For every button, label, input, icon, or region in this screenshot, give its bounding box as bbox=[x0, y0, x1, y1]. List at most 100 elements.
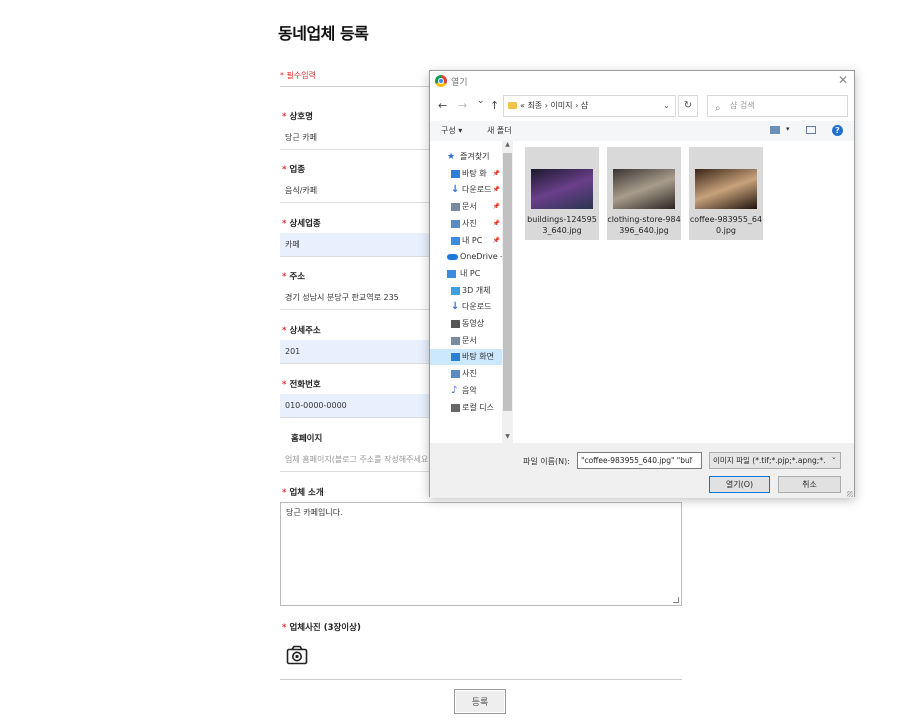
nav-item[interactable]: 사진 📌 bbox=[430, 216, 502, 232]
nav-item[interactable]: 문서 bbox=[430, 333, 502, 349]
nav-item[interactable]: ★ 즐겨찾기 bbox=[430, 149, 502, 165]
download-icon: ↓ bbox=[451, 301, 460, 313]
breadcrumb[interactable]: « 최종 › 이미지 › 샵 bbox=[520, 101, 588, 110]
chevron-down-icon[interactable]: ⌄ bbox=[663, 96, 670, 116]
nav-item[interactable]: 3D 개체 bbox=[430, 283, 502, 299]
field-label-text: 업종 bbox=[289, 165, 306, 175]
nav-scrollbar[interactable]: ▲ ▼ bbox=[502, 141, 513, 443]
refresh-button[interactable]: ↻ bbox=[678, 95, 698, 117]
nav-item[interactable]: 문서 📌 bbox=[430, 199, 502, 215]
required-note: * 필수입력 bbox=[280, 71, 316, 80]
nav-item[interactable]: 바탕 화면 bbox=[430, 349, 502, 366]
new-folder-button[interactable]: 새 폴더 bbox=[487, 125, 512, 136]
file-item[interactable]: coffee-983955_640.jpg bbox=[689, 147, 763, 240]
filename-label: 파일 이름(N): bbox=[523, 457, 570, 466]
nav-item[interactable]: OneDrive - bbox=[430, 249, 504, 265]
nav-item-label: 내 PC bbox=[460, 268, 481, 278]
file-item[interactable]: clothing-store-984396_640.jpg bbox=[607, 147, 681, 240]
camera-icon[interactable] bbox=[286, 645, 308, 665]
nav-item[interactable]: 로컬 디스 bbox=[430, 400, 502, 416]
organize-button[interactable]: 구성 ▾ bbox=[441, 125, 462, 136]
nav-item[interactable]: ↓ 다운로드 📌 bbox=[430, 182, 502, 198]
cancel-button[interactable]: 취소 bbox=[778, 476, 841, 493]
chevron-down-icon[interactable]: ⌄ bbox=[831, 453, 837, 461]
intro-text: 당근 카페입니다. bbox=[286, 508, 343, 517]
preview-pane-icon[interactable] bbox=[806, 126, 816, 134]
nav-item-label: 음악 bbox=[462, 385, 477, 395]
open-button[interactable]: 열기(O) bbox=[709, 476, 770, 493]
required-star: * bbox=[282, 326, 287, 336]
field-label-text: 홈페이지 bbox=[291, 434, 323, 444]
nav-item[interactable]: 내 PC bbox=[430, 266, 502, 282]
intro-label: * 업체 소개 bbox=[282, 488, 324, 498]
page-title: 동네업체 등록 bbox=[278, 24, 369, 43]
nav-item[interactable]: 바탕 화 📌 bbox=[430, 166, 502, 182]
navigation-row: ← → ⌄ ↑ « 최종 › 이미지 › 샵 ⌄ ↻ ⌕ 샵 검색 bbox=[430, 95, 854, 117]
scroll-down-icon[interactable]: ▼ bbox=[502, 433, 513, 443]
file-name: buildings-1245953_640.jpg bbox=[527, 215, 597, 235]
intro-textarea[interactable]: 당근 카페입니다. bbox=[280, 502, 682, 606]
field-label: * 상호명 bbox=[282, 110, 313, 122]
search-placeholder: 샵 검색 bbox=[730, 101, 755, 110]
help-icon[interactable]: ? bbox=[832, 125, 843, 136]
close-icon[interactable]: ✕ bbox=[838, 73, 848, 87]
field-label: * 상세주소 bbox=[282, 324, 321, 336]
pc-icon bbox=[451, 236, 460, 245]
forward-arrow-icon[interactable]: → bbox=[458, 99, 467, 112]
view-dropdown-icon[interactable]: ▾ bbox=[786, 125, 790, 133]
nav-item[interactable]: ♪ 음악 bbox=[430, 383, 502, 399]
nav-item-label: 바탕 화면 bbox=[462, 352, 494, 362]
nav-item-label: 문서 bbox=[462, 202, 477, 212]
nav-item-label: 즐겨찾기 bbox=[460, 152, 490, 161]
document-icon bbox=[451, 336, 460, 345]
desktop-icon bbox=[451, 353, 460, 362]
nav-item-label: OneDrive - bbox=[460, 252, 504, 262]
chevron-down-icon[interactable]: ⌄ bbox=[688, 453, 694, 461]
music-icon: ♪ bbox=[451, 384, 458, 396]
field-label: * 업종 bbox=[282, 163, 305, 175]
image-thumbnail bbox=[613, 169, 675, 209]
address-bar[interactable]: « 최종 › 이미지 › 샵 ⌄ bbox=[503, 95, 676, 117]
nav-item-label: 로컬 디스 bbox=[462, 402, 494, 412]
field-label-text: 전화번호 bbox=[289, 380, 321, 390]
submit-button[interactable]: 등록 bbox=[454, 689, 506, 714]
star-icon: ★ bbox=[447, 152, 456, 162]
search-input[interactable]: ⌕ 샵 검색 bbox=[707, 95, 848, 117]
field-label-text: 상호명 bbox=[289, 112, 313, 122]
nav-item-label: 사진 bbox=[462, 218, 477, 228]
recent-locations-icon[interactable]: ⌄ bbox=[477, 96, 485, 106]
disk-icon bbox=[451, 403, 460, 412]
file-type-select[interactable]: 이미지 파일 (*.tif;*.pjp;*.apng;*. bbox=[709, 452, 841, 469]
chrome-icon bbox=[435, 75, 447, 87]
command-bar: 구성 ▾ 새 폴더 ▾ ? bbox=[430, 121, 854, 141]
nav-item[interactable]: ↓ 다운로드 bbox=[430, 299, 502, 315]
nav-item-label: 동영상 bbox=[462, 319, 485, 328]
search-icon: ⌕ bbox=[715, 103, 721, 114]
field-label: * 상세업종 bbox=[282, 217, 321, 229]
field-label: * 주소 bbox=[282, 270, 305, 282]
nav-item-label: 문서 bbox=[462, 335, 477, 345]
scroll-up-icon[interactable]: ▲ bbox=[502, 141, 513, 151]
pin-icon: 📌 bbox=[492, 186, 500, 194]
file-item[interactable]: buildings-1245953_640.jpg bbox=[525, 147, 599, 240]
pictures-icon bbox=[451, 370, 460, 379]
nav-item[interactable]: 내 PC 📌 bbox=[430, 233, 502, 249]
filename-input[interactable]: "coffee-983955_640.jpg" "bui bbox=[577, 452, 702, 469]
image-thumbnail bbox=[695, 169, 757, 209]
nav-item-label: 다운로드 bbox=[462, 302, 492, 312]
resize-grip-icon[interactable] bbox=[847, 491, 853, 497]
scroll-thumb[interactable] bbox=[503, 153, 512, 411]
required-star: * bbox=[282, 112, 287, 122]
download-icon: ↓ bbox=[451, 184, 460, 196]
divider bbox=[280, 679, 682, 680]
file-name: coffee-983955_640.jpg bbox=[689, 215, 763, 235]
field-label: 홈페이지 bbox=[291, 432, 322, 444]
nav-item[interactable]: 동영상 bbox=[430, 316, 502, 332]
nav-item[interactable]: 사진 bbox=[430, 366, 502, 382]
pin-icon: 📌 bbox=[492, 169, 500, 177]
back-arrow-icon[interactable]: ← bbox=[438, 99, 447, 112]
resize-grip-icon[interactable] bbox=[673, 597, 679, 603]
file-name: clothing-store-984396_640.jpg bbox=[607, 215, 681, 235]
up-arrow-icon[interactable]: ↑ bbox=[490, 99, 499, 112]
view-options-icon[interactable] bbox=[770, 126, 780, 134]
